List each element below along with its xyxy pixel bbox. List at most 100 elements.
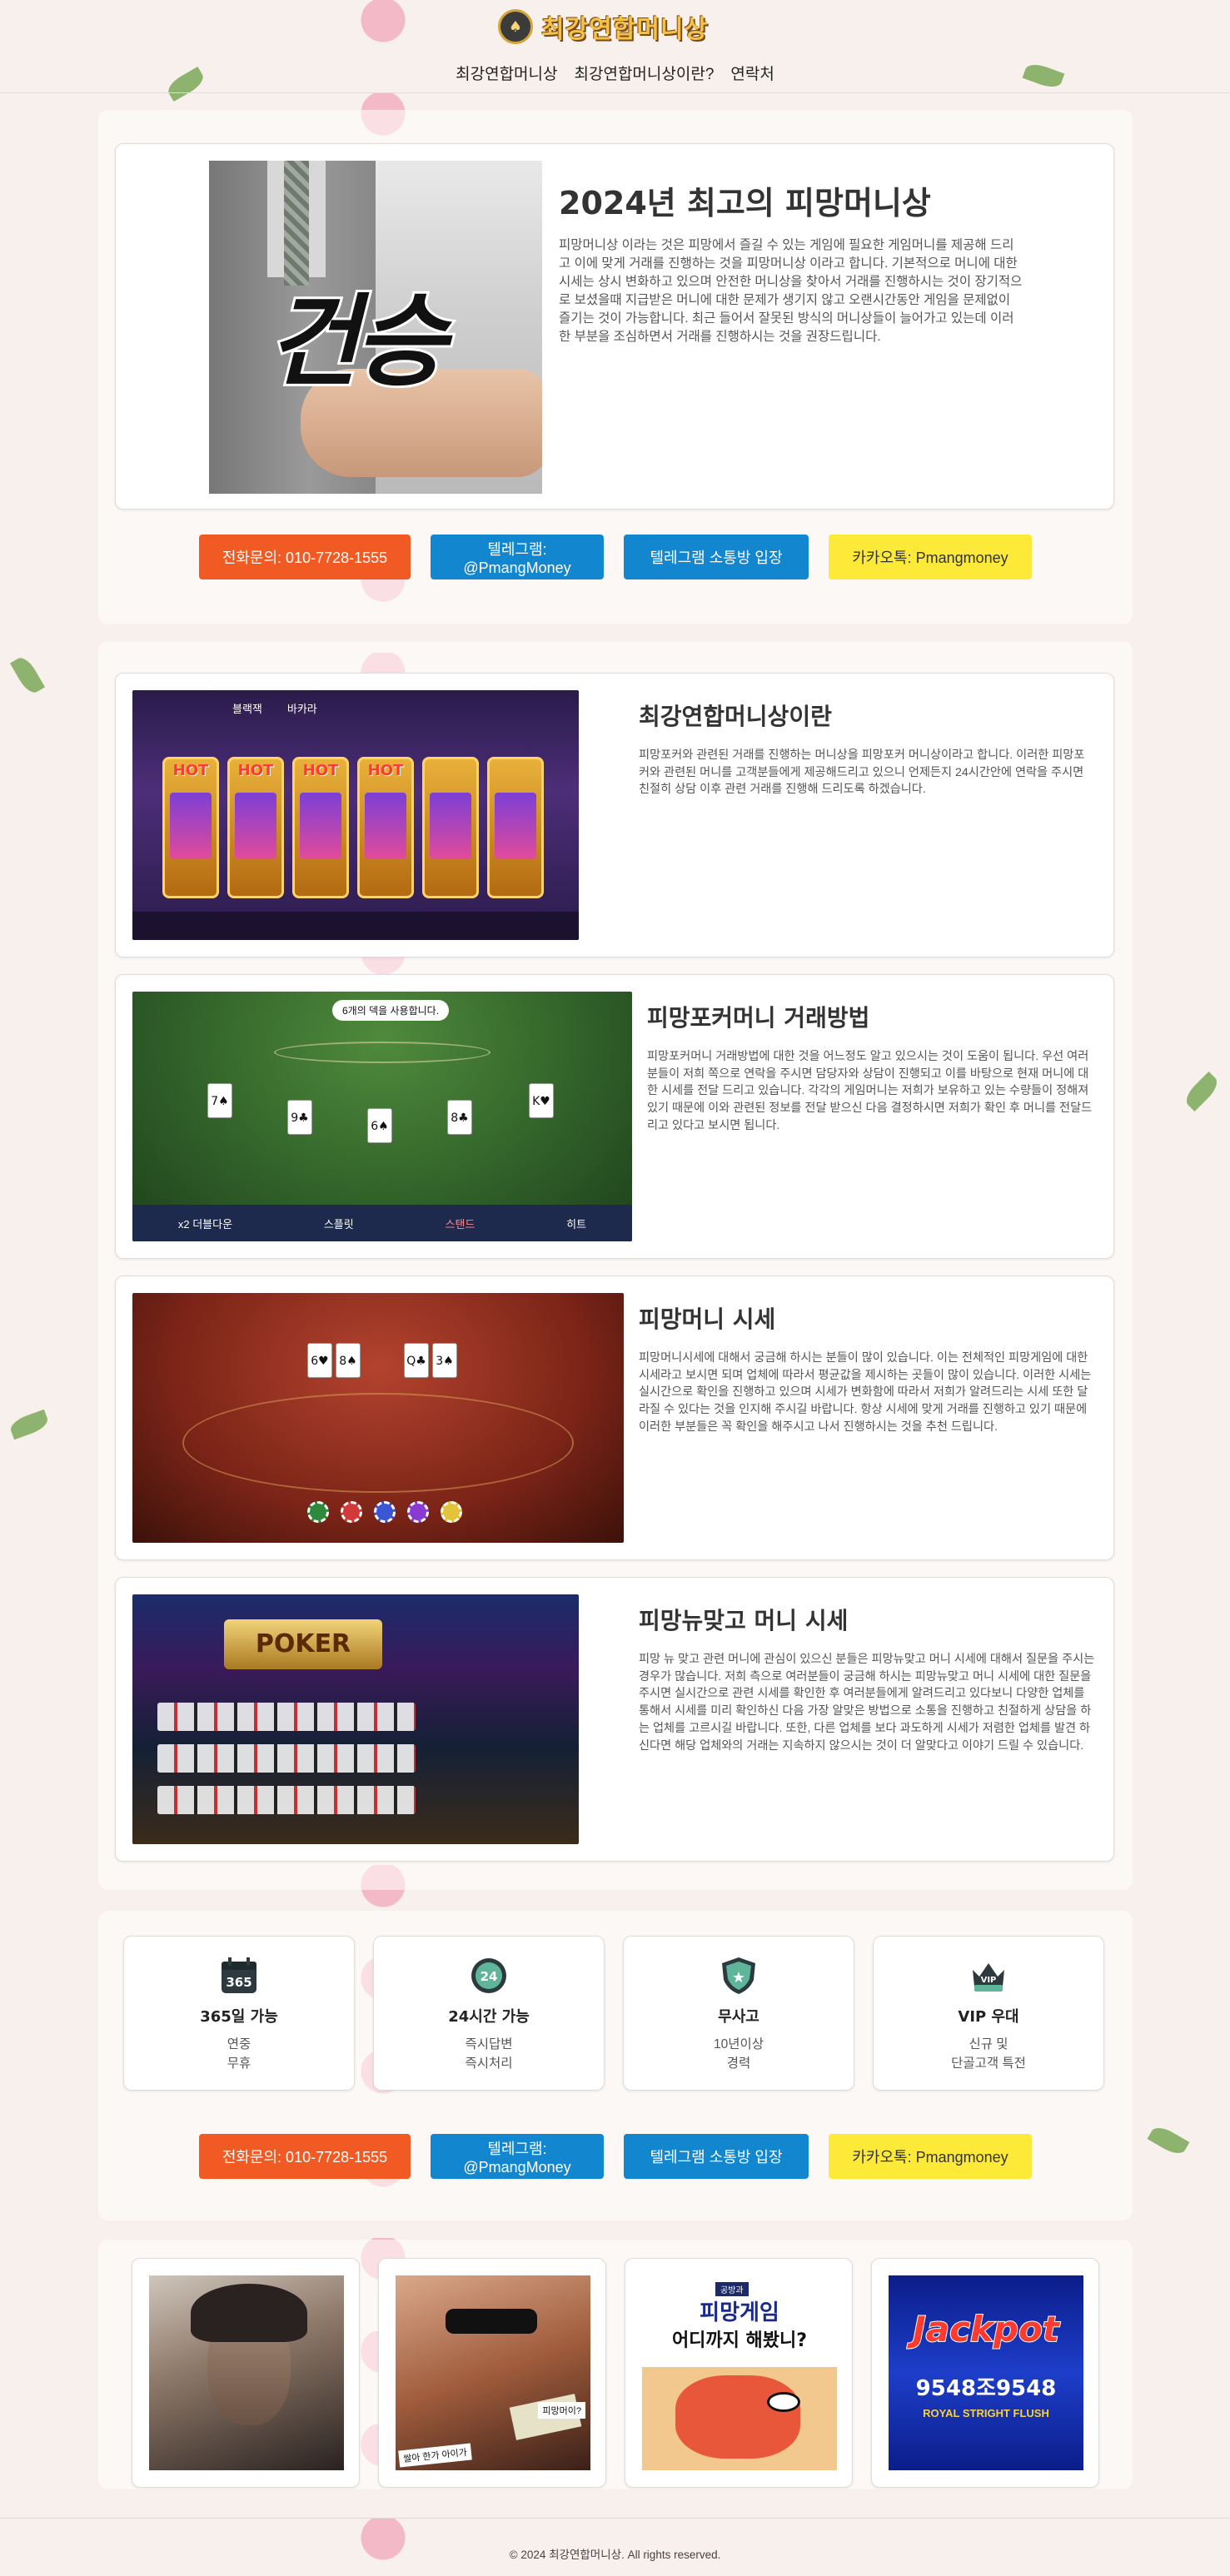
service-text: 최강연합머니상이란 피망포커와 관련된 거래를 진행하는 머니상을 피망포커 머… <box>639 699 1095 798</box>
leaf-decoration <box>1181 1071 1223 1112</box>
baccarat-game-image: 6♥ 8♠ Q♣ 3♠ <box>132 1293 624 1543</box>
service-text: 피망포커머니 거래방법 피망포커머니 거래방법에 대한 것을 어느정도 알고 있… <box>647 1000 1097 1135</box>
service-title: 피망머니 시세 <box>639 1305 776 1333</box>
site-header: ♠ 최강연합머니상 최강연합머니상 최강연합머니상이란? 연락처 <box>0 0 1230 93</box>
telegram-button[interactable]: 텔레그램: @PmangMoney <box>431 2134 604 2179</box>
slots-tab-blackjack: 블랙잭 <box>232 703 262 715</box>
service-title: 피망뉴맞고 머니 시세 <box>639 1607 849 1634</box>
action-stand: 스탠드 <box>445 1217 476 1231</box>
gallery-card: Jackpot 9548조9548 ROYAL STRIGHT FLUSH <box>871 2258 1099 2488</box>
contact-button-row: 전화문의: 010-7728-1555 텔레그램: @PmangMoney 텔레… <box>98 2134 1133 2179</box>
gallery-caption: 쌀아 한가 아이가 <box>398 2443 472 2468</box>
gallery-image-jackpot: Jackpot 9548조9548 ROYAL STRIGHT FLUSH <box>889 2275 1083 2470</box>
nav-item-about[interactable]: 최강연합머니상이란? <box>575 62 715 84</box>
svg-text:365: 365 <box>226 1975 251 1990</box>
phone-button[interactable]: 전화문의: 010-7728-1555 <box>199 535 411 579</box>
jackpot-sub: ROYAL STRIGHT FLUSH <box>923 2407 1049 2419</box>
service-body: 피망 뉴 맞고 관련 머니에 관심이 있으신 분들은 피망뉴맞고 머니 시세에 … <box>639 1653 1095 1753</box>
feature-title: 무사고 <box>718 2008 759 2026</box>
action-split: 스플릿 <box>323 1217 354 1231</box>
leaf-decoration <box>1147 2122 1190 2159</box>
gallery-image-actor <box>149 2275 344 2470</box>
kakao-button[interactable]: 카카오톡: Pmangmoney <box>829 2134 1032 2179</box>
main-nav: 최강연합머니상 최강연합머니상이란? 연락처 <box>0 62 1230 84</box>
features-section: 365 365일 가능 연중 무휴 24 24시간 가능 즉시답변 즉시처리 ★… <box>98 1911 1133 2220</box>
feature-card: 24 24시간 가능 즉시답변 즉시처리 <box>373 1936 605 2091</box>
shield-star-icon: ★ <box>716 1953 761 1998</box>
logo-text: 최강연합머니상 <box>541 15 709 44</box>
site-footer: © 2024 최강연합머니상. All rights reserved. <box>0 2518 1230 2576</box>
gallery-caption: 피망머이? <box>538 2402 585 2419</box>
poker-game-image: POKER <box>132 1594 579 1844</box>
nav-item-home[interactable]: 최강연합머니상 <box>456 62 557 84</box>
feature-line: 연중 <box>227 2037 251 2051</box>
action-double-down: x2 더블다운 <box>177 1217 233 1231</box>
hero-title: 2024년 최고의 피망머니상 <box>559 185 931 221</box>
logo-avatar: ♠ <box>498 9 533 44</box>
service-body: 피망포커머니 거래방법에 대한 것을 어느정도 알고 있으시는 것이 도움이 됩… <box>647 1050 1093 1132</box>
svg-text:★: ★ <box>732 1969 745 1987</box>
feature-line: 즉시답변 <box>465 2037 513 2051</box>
telegram-button[interactable]: 텔레그램: @PmangMoney <box>431 535 604 579</box>
clock-24h-icon: 24 <box>466 1953 511 1998</box>
telegram-room-button[interactable]: 텔레그램 소통방 입장 <box>624 535 809 579</box>
slots-hot-label: HOT <box>172 762 209 779</box>
telegram-room-button[interactable]: 텔레그램 소통방 입장 <box>624 2134 809 2179</box>
feature-line: 신규 및 <box>969 2037 1008 2051</box>
hero-handshake-image: 건승 <box>209 161 542 494</box>
feature-title: 24시간 가능 <box>448 2008 530 2026</box>
leaf-decoration <box>9 654 46 697</box>
gallery-image-comic: 공방과 피망게임 어디까지 해봤니? <box>642 2275 837 2470</box>
phone-button[interactable]: 전화문의: 010-7728-1555 <box>199 2134 411 2179</box>
slots-game-image: 블랙잭 바카라 HOT HOT HOT HOT <box>132 690 579 940</box>
hero-body: 피망머니상 이라는 것은 피망에서 즐길 수 있는 게임에 필요한 게임머니를 … <box>559 238 1023 344</box>
kakao-button[interactable]: 카카오톡: Pmangmoney <box>829 535 1032 579</box>
site-logo[interactable]: ♠ 최강연합머니상 <box>498 8 708 45</box>
blackjack-game-image: 6개의 덱을 사용합니다. 7♠ 9♣ 6♠ 8♣ K♥ x2 더블다운 스플릿… <box>132 992 632 1241</box>
action-hit: 히트 <box>566 1217 587 1231</box>
hero-text: 2024년 최고의 피망머니상 피망머니상 이라는 것은 피망에서 즐길 수 있… <box>559 177 1025 346</box>
hero-image-word: 건승 <box>265 282 449 403</box>
feature-card: ★ 무사고 10년이상 경력 <box>623 1936 854 2091</box>
service-text: 피망머니 시세 피망머니시세에 대해서 궁금해 하시는 분들이 많이 있습니다.… <box>639 1301 1095 1436</box>
poker-banner: POKER <box>224 1619 382 1669</box>
footer-copyright: © 2024 최강연합머니상. All rights reserved. <box>509 2549 721 2561</box>
gallery-title: 피망게임 <box>700 2300 779 2325</box>
feature-line: 10년이상 <box>713 2037 764 2051</box>
jackpot-numbers: 9548조9548 <box>915 2376 1057 2401</box>
slots-hot-label: HOT <box>302 762 339 779</box>
feature-line: 경력 <box>726 2056 751 2071</box>
service-card: 6개의 덱을 사용합니다. 7♠ 9♣ 6♠ 8♣ K♥ x2 더블다운 스플릿… <box>115 974 1114 1259</box>
slots-hot-label: HOT <box>367 762 404 779</box>
feature-line: 단골고객 특전 <box>951 2056 1026 2071</box>
hero-card: 건승 2024년 최고의 피망머니상 피망머니상 이라는 것은 피망에서 즐길 … <box>115 143 1114 510</box>
vip-crown-icon: VIP <box>966 1953 1011 1998</box>
gallery-title: 어디까지 해봤니? <box>671 2330 808 2351</box>
service-card: 6♥ 8♠ Q♣ 3♠ 피망머니 시세 피망머니시세에 대해서 궁금해 하시는 … <box>115 1276 1114 1560</box>
service-card: 블랙잭 바카라 HOT HOT HOT HOT 최강연합머니상이란 피망포커와 … <box>115 673 1114 957</box>
feature-title: 365일 가능 <box>200 2008 278 2026</box>
gallery-card <box>132 2258 360 2488</box>
gallery-badge: 공방과 <box>715 2282 749 2296</box>
svg-text:VIP: VIP <box>981 1976 997 1985</box>
slots-hot-label: HOT <box>237 762 274 779</box>
gallery-section: 피망머이? 쌀아 한가 아이가 공방과 피망게임 어디까지 해봤니? Jackp… <box>98 2240 1133 2489</box>
service-title: 최강연합머니상이란 <box>639 703 832 730</box>
service-text: 피망뉴맞고 머니 시세 피망 뉴 맞고 관련 머니에 관심이 있으신 분들은 피… <box>639 1603 1095 1754</box>
gallery-card: 공방과 피망게임 어디까지 해봤니? <box>625 2258 853 2488</box>
leaf-decoration <box>7 1409 51 1440</box>
nav-item-contact[interactable]: 연락처 <box>730 62 774 84</box>
gallery-image-money-burn: 피망머이? 쌀아 한가 아이가 <box>396 2275 590 2470</box>
slots-tab-baccarat: 바카라 <box>286 703 317 715</box>
contact-button-row: 전화문의: 010-7728-1555 텔레그램: @PmangMoney 텔레… <box>98 535 1133 579</box>
feature-card: 365 365일 가능 연중 무휴 <box>123 1936 355 2091</box>
svg-text:24: 24 <box>481 1969 498 1984</box>
service-body: 피망포커와 관련된 거래를 진행하는 머니상을 피망포커 머니상이라고 합니다.… <box>639 748 1085 797</box>
feature-card: VIP VIP 우대 신규 및 단골고객 특전 <box>873 1936 1104 2091</box>
service-title: 피망포커머니 거래방법 <box>647 1004 870 1032</box>
services-section: 블랙잭 바카라 HOT HOT HOT HOT 최강연합머니상이란 피망포커와 … <box>98 641 1133 1890</box>
feature-title: VIP 우대 <box>958 2008 1019 2026</box>
calendar-365-icon: 365 <box>217 1953 261 1998</box>
jackpot-title: Jackpot <box>912 2308 1060 2350</box>
gallery-card: 피망머이? 쌀아 한가 아이가 <box>378 2258 606 2488</box>
